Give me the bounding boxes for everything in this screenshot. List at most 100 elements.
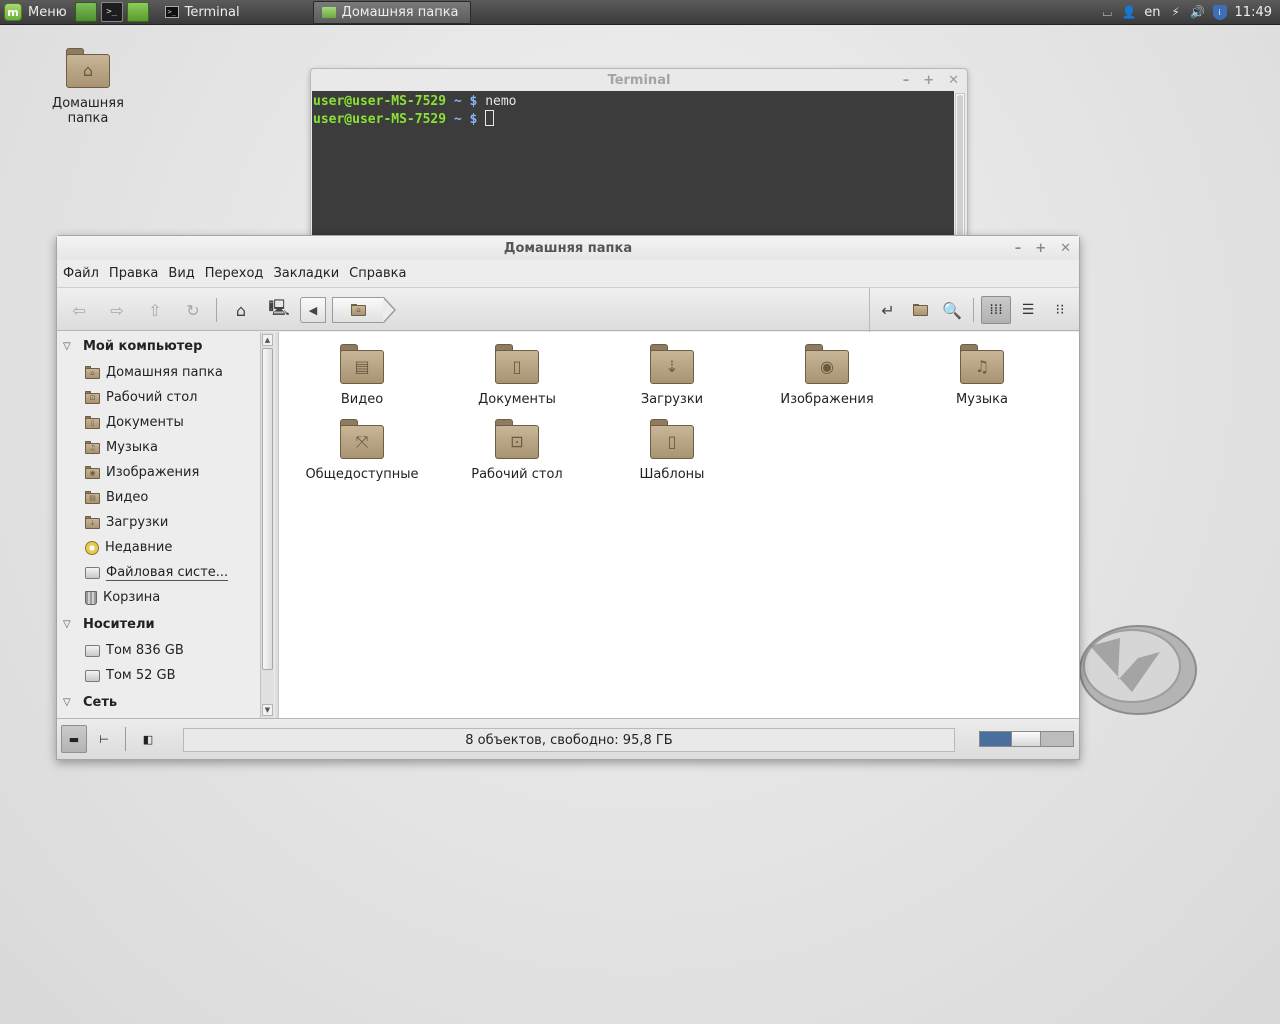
compact-view-button[interactable]: ⁝⁝: [1045, 296, 1075, 324]
taskbar-item-home-folder[interactable]: Домашняя папка: [312, 0, 471, 24]
forward-button[interactable]: ⇨: [103, 296, 131, 324]
recent-icon: [85, 540, 99, 555]
desktop-icon-home[interactable]: ⌂ Домашняя папка: [30, 48, 146, 126]
music-folder-icon: ♫: [85, 441, 100, 454]
sidebar-section-title: Носители: [83, 616, 155, 632]
file-manager-launcher-icon[interactable]: [126, 2, 149, 22]
folder-item-music[interactable]: ♫ Музыка: [917, 344, 1047, 407]
sidebar-item-trash[interactable]: Корзина: [57, 585, 259, 610]
maximize-button[interactable]: +: [1035, 241, 1046, 256]
sidebar-item-label: Изображения: [106, 465, 200, 480]
sidebar-item-home[interactable]: ⌂ Домашняя папка: [57, 360, 259, 385]
prompt-path: ~ $: [453, 112, 478, 127]
close-button[interactable]: ✕: [1060, 241, 1071, 256]
search-button[interactable]: 🔍: [938, 296, 966, 324]
sidebar-item-recent[interactable]: Недавние: [57, 535, 259, 560]
hide-sidebar-button[interactable]: ◧: [135, 725, 161, 753]
zoom-slider-knob[interactable]: [1011, 731, 1041, 747]
clock[interactable]: 11:49: [1235, 5, 1272, 20]
up-button[interactable]: ⇧: [141, 296, 169, 324]
item-label: Изображения: [780, 392, 874, 407]
menu-edit[interactable]: Правка: [109, 266, 158, 281]
item-label: Музыка: [956, 392, 1008, 407]
maximize-button[interactable]: +: [923, 73, 934, 88]
menu-go[interactable]: Переход: [205, 266, 264, 281]
drive-icon: [85, 566, 100, 579]
network-icon[interactable]: ⚡: [1169, 5, 1183, 19]
sidebar-item-volume-52[interactable]: Том 52 GB: [57, 663, 259, 688]
menu-bookmarks[interactable]: Закладки: [273, 266, 339, 281]
file-manager-window[interactable]: Домашняя папка – + ✕ Файл Правка Вид Пер…: [56, 235, 1080, 760]
sidebar-item-filesystem[interactable]: Файловая систе...: [57, 560, 259, 585]
keyboard-layout-indicator[interactable]: en: [1144, 5, 1160, 20]
show-tree-button[interactable]: ⊢: [91, 725, 117, 753]
breadcrumb-home-button[interactable]: ⌂: [332, 297, 384, 323]
folder-item-video[interactable]: ▤ Видео: [297, 344, 427, 407]
folder-item-pictures[interactable]: ◉ Изображения: [762, 344, 892, 407]
menu-button[interactable]: m Меню: [0, 0, 73, 25]
show-desktop-icon[interactable]: [74, 2, 97, 22]
list-view-button[interactable]: ☰: [1013, 296, 1043, 324]
zoom-slider[interactable]: [979, 731, 1074, 747]
close-button[interactable]: ✕: [948, 73, 959, 88]
breadcrumb-scroll-left-button[interactable]: ◀: [300, 297, 326, 323]
keyboard-icon[interactable]: ⌴: [1100, 5, 1114, 19]
sidebar-section-devices[interactable]: ▽ Носители: [57, 610, 259, 638]
reload-button[interactable]: ↻: [179, 296, 207, 324]
folder-item-downloads[interactable]: ⇣ Загрузки: [607, 344, 737, 407]
sidebar-section-my-computer[interactable]: ▽ Мой компьютер: [57, 332, 259, 360]
menubar: Файл Правка Вид Переход Закладки Справка: [57, 260, 1079, 286]
menu-file[interactable]: Файл: [63, 266, 99, 281]
sidebar-item-music[interactable]: ♫ Музыка: [57, 435, 259, 460]
sidebar-item-desktop[interactable]: ⊡ Рабочий стол: [57, 385, 259, 410]
folder-item-templates[interactable]: ▯ Шаблоны: [607, 419, 737, 482]
volume-icon[interactable]: 🔊: [1190, 5, 1205, 19]
folder-item-public[interactable]: ⤧ Общедоступные: [297, 419, 427, 482]
status-text: 8 объектов, свободно: 95,8 ГБ: [183, 728, 955, 752]
new-folder-button[interactable]: [906, 296, 934, 324]
terminal-window[interactable]: Terminal – + ✕ user@user-MS-7529 ~ $ nem…: [310, 68, 968, 249]
sidebar-item-label: Видео: [106, 490, 149, 505]
icon-view-button[interactable]: ⁞⁞⁞: [981, 296, 1011, 324]
sidebar-item-downloads[interactable]: ⇣ Загрузки: [57, 510, 259, 535]
taskbar-item-terminal[interactable]: >_ Terminal: [157, 1, 307, 24]
sidebar-item-volume-836[interactable]: Том 836 GB: [57, 638, 259, 663]
terminal-titlebar[interactable]: Terminal – + ✕: [311, 69, 967, 91]
toggle-location-button[interactable]: ↵: [874, 296, 902, 324]
scrollbar-thumb[interactable]: [262, 348, 273, 670]
terminal-launcher-icon[interactable]: >_: [100, 2, 123, 22]
expander-icon: ▽: [63, 618, 71, 630]
back-button[interactable]: ⇦: [65, 296, 93, 324]
scroll-down-button[interactable]: ▼: [262, 704, 273, 716]
menu-view[interactable]: Вид: [168, 266, 194, 281]
scroll-up-button[interactable]: ▲: [262, 334, 273, 346]
menu-label: Меню: [28, 4, 67, 20]
terminal-output[interactable]: user@user-MS-7529 ~ $ nemo user@user-MS-…: [312, 91, 954, 249]
minimize-button[interactable]: –: [903, 73, 910, 88]
icon-view[interactable]: ▤ Видео ▯ Документы ⇣ Загрузки ◉ Изображ…: [279, 332, 1079, 718]
public-folder-icon: ⤧: [340, 419, 384, 459]
terminal-scrollbar[interactable]: [955, 93, 965, 243]
sidebar-item-documents[interactable]: ▯ Документы: [57, 410, 259, 435]
sidebar-item-videos[interactable]: ▤ Видео: [57, 485, 259, 510]
sidebar-item-label: Документы: [106, 415, 184, 430]
folder-item-documents[interactable]: ▯ Документы: [452, 344, 582, 407]
computer-button[interactable]: 🖳: [265, 296, 293, 324]
file-manager-titlebar[interactable]: Домашняя папка – + ✕: [57, 236, 1079, 260]
folder-item-desktop[interactable]: ⊡ Рабочий стол: [452, 419, 582, 482]
item-label: Видео: [340, 392, 384, 407]
sidebar-item-label: Файловая систе...: [106, 564, 229, 581]
sidebar-section-network[interactable]: ▽ Сеть: [57, 688, 259, 716]
music-folder-icon: ♫: [960, 344, 1004, 384]
sidebar-item-pictures[interactable]: ◉ Изображения: [57, 460, 259, 485]
show-places-button[interactable]: ▬: [61, 725, 87, 753]
home-button[interactable]: ⌂: [227, 296, 255, 324]
minimize-button[interactable]: –: [1015, 241, 1022, 256]
menu-help[interactable]: Справка: [349, 266, 406, 281]
prompt-path: ~ $: [453, 94, 478, 109]
user-icon[interactable]: 👤: [1122, 5, 1137, 19]
update-manager-icon[interactable]: i: [1212, 4, 1227, 20]
sidebar-item-label: Корзина: [103, 590, 161, 605]
sidebar-item-label: Том 52 GB: [106, 668, 176, 683]
sidebar-scrollbar[interactable]: ▲ ▼: [260, 332, 274, 718]
